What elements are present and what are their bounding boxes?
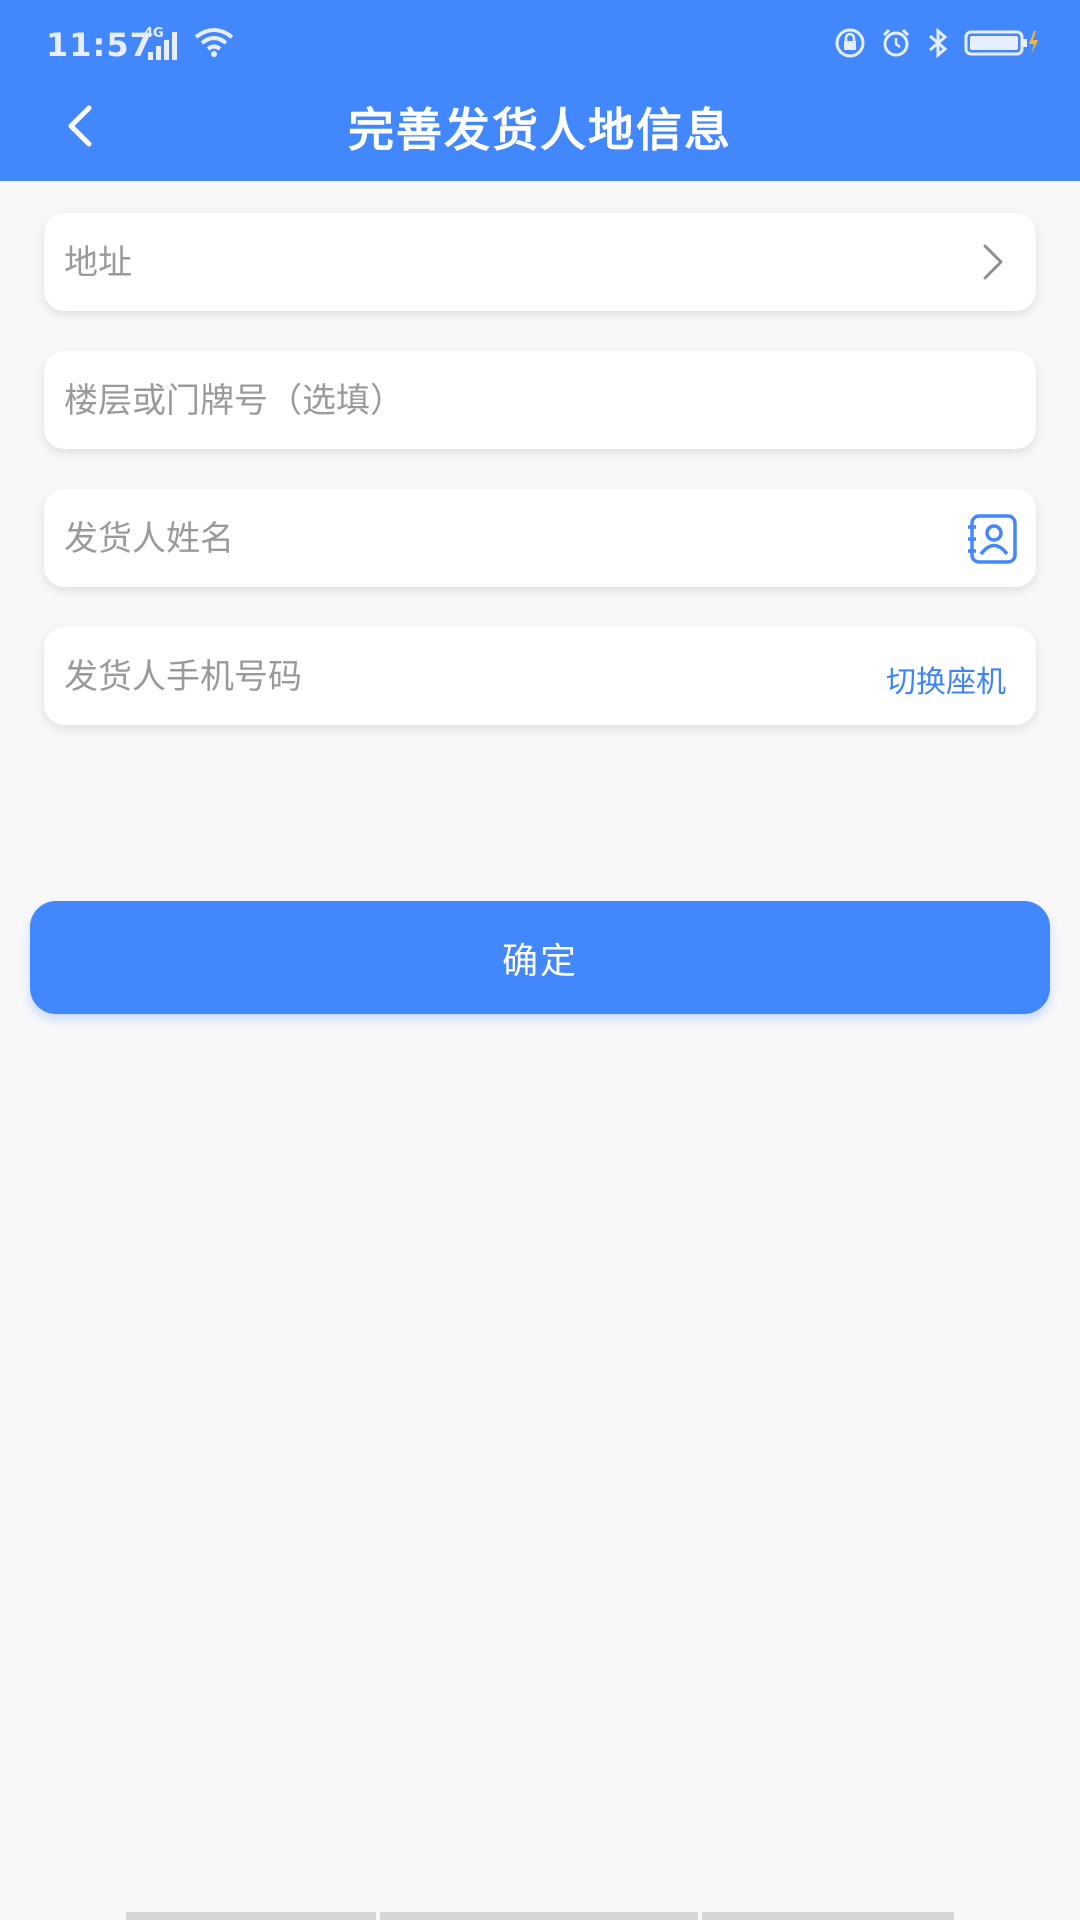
shipper-name-input[interactable] — [62, 489, 846, 589]
header: 11:57 4G 完善发货人地信息 — [0, 0, 1080, 181]
screen: 11:57 4G 完善发货人地信息 地址 楼层或门牌号（选填） 发货人姓名 发货… — [0, 0, 1080, 1920]
wifi-icon — [194, 27, 234, 63]
address-input[interactable] — [62, 213, 846, 313]
phone-field[interactable]: 切换座机 — [44, 627, 1036, 727]
status-bar: 11:57 4G — [0, 0, 1080, 92]
bottom-gesture-bar — [126, 1912, 954, 1920]
status-right-icons — [834, 27, 1040, 63]
nav-bar: 完善发货人地信息 — [0, 92, 1080, 181]
shipper-phone-input[interactable] — [62, 627, 746, 727]
switch-landline-link[interactable]: 切换座机 — [886, 657, 1006, 701]
alarm-icon — [880, 27, 912, 63]
gesture-segment — [126, 1912, 376, 1920]
gesture-segment — [702, 1912, 954, 1920]
status-left-icons: 4G — [144, 26, 234, 63]
floor-input[interactable] — [62, 351, 846, 451]
confirm-button[interactable]: 确定 — [30, 901, 1050, 1014]
gesture-segment — [380, 1912, 698, 1920]
bluetooth-icon — [926, 27, 950, 63]
chevron-right-icon — [968, 237, 1018, 287]
address-field[interactable] — [44, 213, 1036, 313]
contacts-icon[interactable] — [966, 513, 1018, 565]
signal-icon: 4G — [144, 26, 184, 62]
page-title: 完善发货人地信息 — [348, 103, 732, 157]
floor-field[interactable] — [44, 351, 1036, 451]
battery-icon — [964, 27, 1040, 63]
name-field[interactable] — [44, 489, 1036, 589]
status-time: 11:57 — [46, 26, 153, 64]
shipper-form: 切换座机 — [44, 213, 1036, 765]
lock-rotation-icon — [834, 27, 866, 63]
